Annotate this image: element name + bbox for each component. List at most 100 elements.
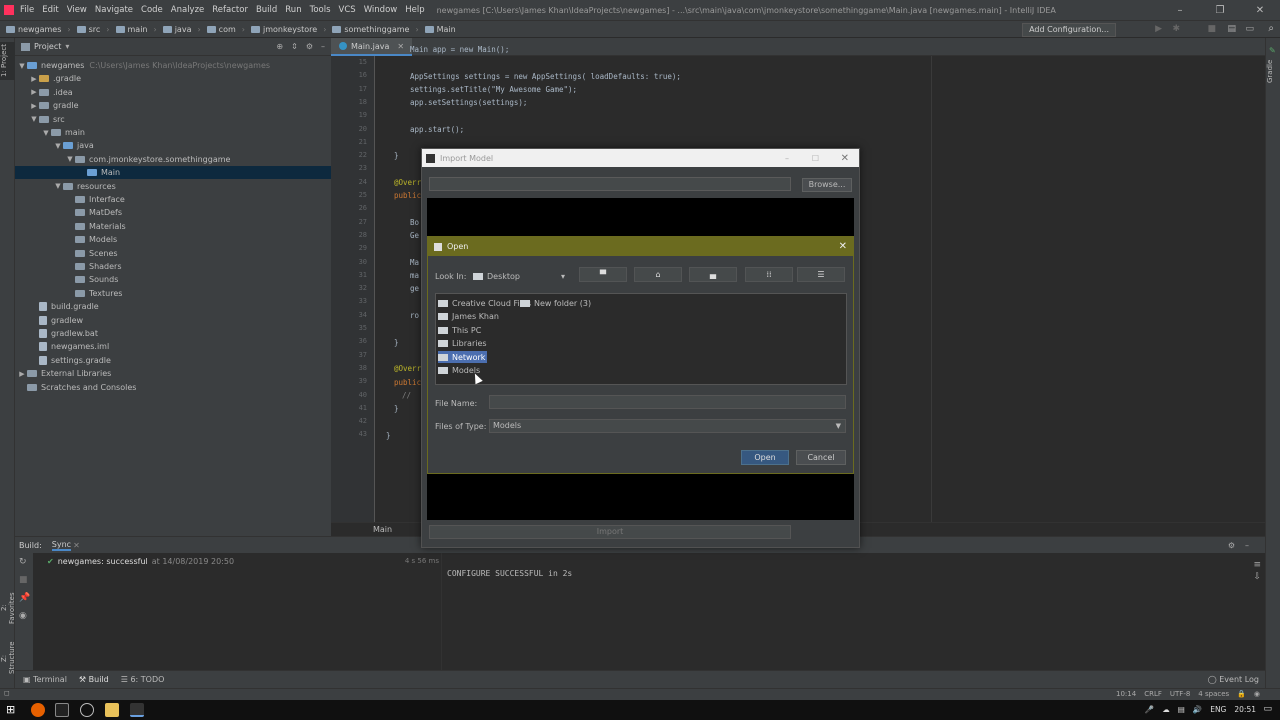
breadcrumb-item[interactable]: newgames ›	[6, 25, 71, 34]
idea-window-icon[interactable]	[130, 703, 144, 717]
tree-item[interactable]: ▼ com.jmonkeystore.somethinggame	[15, 153, 331, 166]
file-list-item[interactable]: This PC	[438, 324, 483, 336]
tree-item[interactable]: ▼ newgames C:\Users\James Khan\IdeaProject…	[15, 59, 331, 72]
hide-icon[interactable]: –	[1245, 541, 1249, 550]
breadcrumb-item[interactable]: main ›	[115, 25, 157, 34]
file-encoding[interactable]: UTF-8	[1170, 690, 1190, 698]
volume-icon[interactable]: 🔊	[1193, 705, 1202, 714]
expand-arrow-icon[interactable]: ▶	[29, 88, 39, 96]
menu-help[interactable]: Help	[405, 5, 424, 15]
file-list-item[interactable]: Libraries	[438, 337, 489, 349]
breadcrumb-item[interactable]: com ›	[206, 25, 245, 34]
collapse-icon[interactable]: ⇕	[291, 42, 298, 51]
build-result-row[interactable]: ✔ newgames: successful at 14/08/2019 20:…	[47, 557, 234, 566]
mic-icon[interactable]: 🎤	[1145, 705, 1154, 714]
chevron-down-icon[interactable]: ▾	[65, 42, 69, 51]
tree-item[interactable]: MatDefs	[15, 206, 331, 219]
gradle-icon[interactable]: ✎	[1269, 46, 1276, 55]
todo-tab[interactable]: ☰ 6: TODO	[121, 675, 165, 684]
breadcrumb-item[interactable]: java ›	[162, 25, 201, 34]
favorites-tool-tab[interactable]: 2: Favorites	[0, 588, 16, 628]
tree-item[interactable]: ▼ src	[15, 113, 331, 126]
search-icon[interactable]: ⌕	[1268, 23, 1274, 34]
clock[interactable]: 20:51	[1234, 705, 1256, 714]
cancel-button[interactable]: Cancel	[796, 450, 846, 465]
gradle-tool-tab[interactable]: Gradle	[1266, 56, 1280, 86]
menu-refactor[interactable]: Refactor	[212, 5, 248, 15]
onedrive-icon[interactable]: ☁	[1162, 705, 1170, 714]
tree-item[interactable]: Scratches and Consoles	[15, 381, 331, 394]
firefox-icon[interactable]	[31, 703, 45, 717]
menu-window[interactable]: Window	[364, 5, 398, 15]
sync-tab[interactable]: Sync	[51, 540, 72, 551]
intellij-icon[interactable]	[55, 703, 69, 717]
home-button[interactable]: ⌂	[634, 267, 682, 282]
close-icon[interactable]: ✕	[839, 241, 847, 252]
maximize-button[interactable]: ❐	[1200, 0, 1240, 20]
project-view-selector[interactable]: Project	[34, 42, 61, 51]
menu-vcs[interactable]: VCS	[339, 5, 356, 15]
stop-icon[interactable]: ■	[1207, 24, 1216, 34]
import-button[interactable]: Import	[429, 525, 791, 539]
breadcrumb-item[interactable]: somethinggame ›	[332, 25, 419, 34]
wrap-icon[interactable]: ≡	[1253, 559, 1261, 571]
expand-arrow-icon[interactable]: ▼	[65, 155, 75, 163]
action-center-icon[interactable]: ▭	[1263, 704, 1272, 714]
project-tool-tab[interactable]: 1: Project	[0, 42, 15, 80]
menu-build[interactable]: Build	[256, 5, 277, 15]
build-tab[interactable]: ⚒ Build	[79, 675, 109, 684]
add-configuration-button[interactable]: Add Configuration...	[1022, 23, 1116, 37]
menu-view[interactable]: View	[67, 5, 87, 15]
minimize-icon[interactable]: –	[785, 154, 789, 163]
event-log-tab[interactable]: ◯ Event Log	[1208, 675, 1259, 684]
menu-code[interactable]: Code	[141, 5, 163, 15]
tree-item[interactable]: Interface	[15, 193, 331, 206]
tree-item[interactable]: ▶ External Libraries	[15, 367, 331, 380]
browse-button[interactable]: Browse...	[802, 178, 852, 192]
expand-arrow-icon[interactable]: ▼	[17, 62, 27, 70]
caret-position[interactable]: 10:14	[1116, 690, 1136, 698]
tree-item[interactable]: settings.gradle	[15, 354, 331, 367]
expand-arrow-icon[interactable]: ▶	[29, 75, 39, 83]
expand-arrow-icon[interactable]: ▶	[17, 370, 27, 378]
file-list-item[interactable]: James Khan	[438, 310, 501, 322]
line-separator[interactable]: CRLF	[1144, 690, 1162, 698]
menu-edit[interactable]: Edit	[42, 5, 58, 15]
lock-icon[interactable]: 🔒	[1237, 690, 1246, 698]
chrome-icon[interactable]	[80, 703, 94, 717]
tree-item[interactable]: Materials	[15, 220, 331, 233]
menu-run[interactable]: Run	[285, 5, 301, 15]
files-of-type-select[interactable]: Models ▼	[489, 419, 846, 433]
tree-item[interactable]: Models	[15, 233, 331, 246]
tree-item[interactable]: ▶ gradle	[15, 99, 331, 112]
minimize-button[interactable]: –	[1160, 0, 1200, 20]
menu-navigate[interactable]: Navigate	[95, 5, 133, 15]
new-folder-button[interactable]: ▄	[689, 267, 737, 282]
tree-item[interactable]: ▼ java	[15, 139, 331, 152]
close-sync-icon[interactable]: ✕	[73, 541, 80, 550]
look-in-select[interactable]: Desktop ▾	[473, 269, 565, 283]
file-list[interactable]: Creative Cloud Files New folder (3) James …	[435, 293, 847, 385]
maximize-icon[interactable]: ☐	[812, 154, 819, 163]
network-icon[interactable]: ▤	[1178, 705, 1185, 714]
tree-item[interactable]: Shaders	[15, 260, 331, 273]
tree-item[interactable]: ▶ .gradle	[15, 72, 331, 85]
details-view-button[interactable]: ☰	[797, 267, 845, 282]
expand-arrow-icon[interactable]: ▶	[29, 102, 39, 110]
close-icon[interactable]: ✕	[841, 153, 849, 164]
breadcrumb-item[interactable]: Main	[424, 25, 456, 34]
language-indicator[interactable]: ENG	[1210, 705, 1226, 714]
tree-item[interactable]: build.gradle	[15, 300, 331, 313]
expand-arrow-icon[interactable]: ▼	[53, 142, 63, 150]
window-icon[interactable]: ▭	[1245, 24, 1254, 34]
run-icon[interactable]: ▶	[1155, 24, 1162, 34]
tree-item[interactable]: Textures	[15, 287, 331, 300]
file-name-input[interactable]	[489, 395, 846, 409]
tree-item[interactable]: Sounds	[15, 273, 331, 286]
tree-item[interactable]: newgames.iml	[15, 340, 331, 353]
editor-tab-main-java[interactable]: Main.java ✕	[331, 38, 413, 56]
file-list-item[interactable]: New folder (3)	[520, 297, 593, 309]
menu-file[interactable]: File	[20, 5, 34, 15]
open-button[interactable]: Open	[741, 450, 789, 465]
locate-icon[interactable]: ⊕	[276, 42, 283, 51]
